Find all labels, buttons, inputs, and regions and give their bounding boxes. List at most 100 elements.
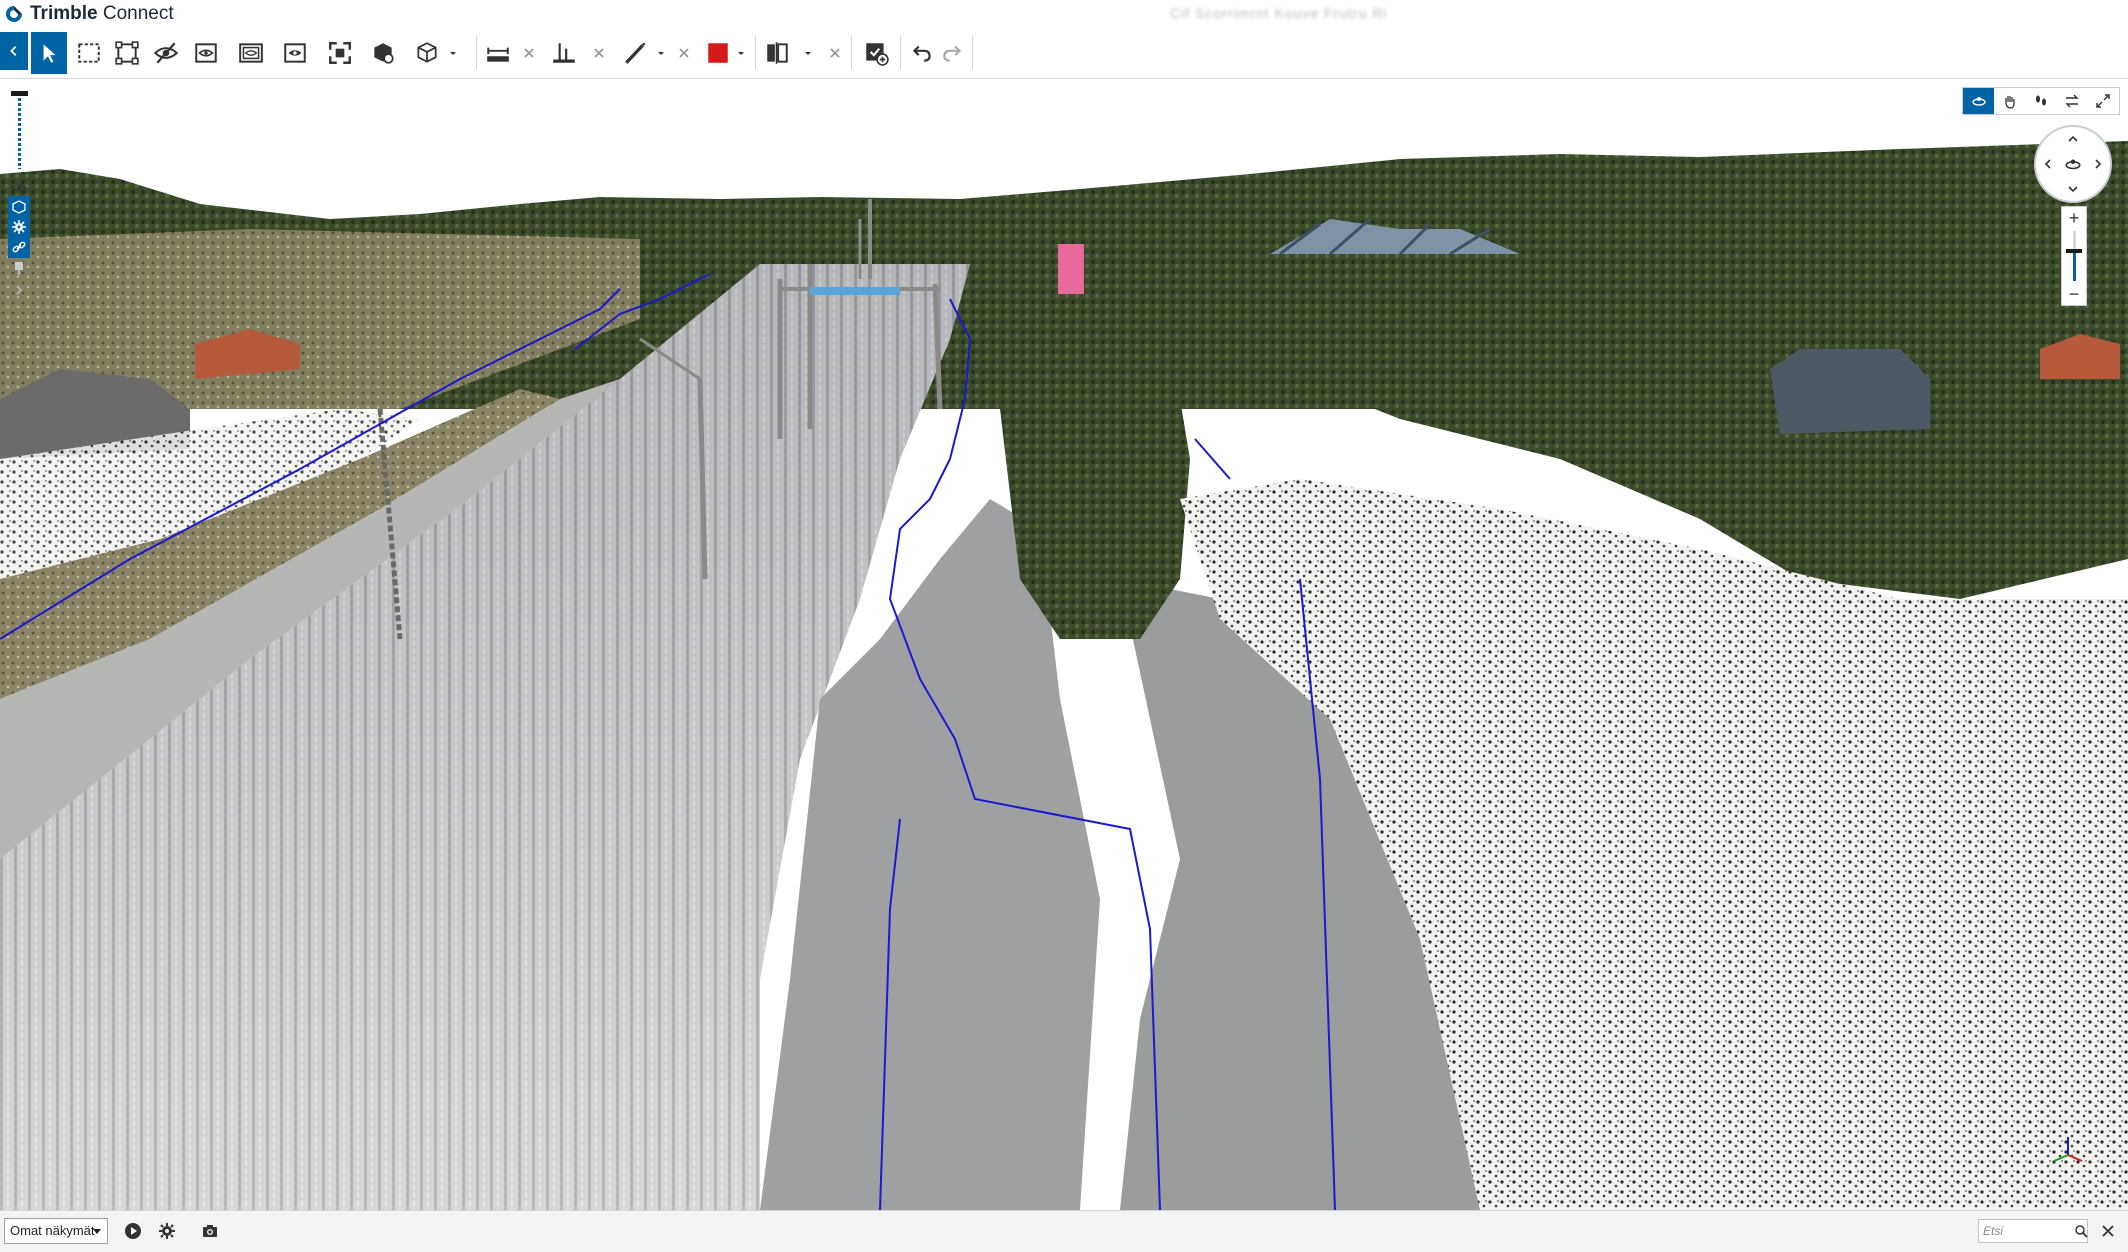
toolbar bbox=[0, 28, 2128, 79]
saved-views-label: Omat näkymät bbox=[10, 1223, 95, 1238]
toolbar-separator bbox=[851, 36, 852, 70]
close-icon[interactable] bbox=[2100, 1223, 2116, 1239]
zoom-slider-fill bbox=[2073, 251, 2076, 281]
nav-down-button[interactable] bbox=[2065, 181, 2081, 197]
pan-mode-button[interactable] bbox=[1994, 88, 2025, 114]
object-icon bbox=[374, 43, 394, 64]
orbit-mode-button[interactable] bbox=[1963, 88, 1994, 114]
box-select-button[interactable] bbox=[71, 35, 107, 71]
fit-selection-icon bbox=[115, 41, 139, 65]
camera-icon bbox=[203, 1225, 217, 1237]
close-icon bbox=[679, 48, 689, 58]
clip-slider-track[interactable] bbox=[18, 93, 21, 169]
screenshot-button[interactable] bbox=[200, 1221, 220, 1241]
document-title: Cif Scorrimrnt Kouve Frutru Ri bbox=[1170, 5, 1388, 21]
markup-line-dropdown[interactable] bbox=[652, 35, 670, 71]
search-icon[interactable] bbox=[2074, 1224, 2088, 1238]
color-picker-icon bbox=[708, 43, 728, 63]
measure-clear-button[interactable] bbox=[520, 35, 538, 71]
chevron-down-icon bbox=[805, 52, 811, 55]
section-dropdown[interactable] bbox=[799, 35, 817, 71]
search-input[interactable] bbox=[1978, 1219, 2088, 1243]
chevron-down-icon bbox=[738, 52, 744, 55]
title-bar: Trimble Connect Cif Scorrimrnt Kouve Fru… bbox=[0, 0, 2128, 28]
trimble-logo-icon bbox=[6, 6, 22, 22]
cube-view-dropdown[interactable] bbox=[444, 35, 462, 71]
measure-icon bbox=[487, 47, 509, 62]
play-icon bbox=[125, 1223, 141, 1239]
section-button[interactable] bbox=[759, 35, 795, 71]
settings-button[interactable] bbox=[8, 216, 30, 238]
cube-view-button[interactable] bbox=[409, 35, 445, 71]
nav-right-button[interactable] bbox=[2090, 156, 2106, 172]
link-icon bbox=[12, 241, 26, 253]
toolbar-separator bbox=[900, 36, 901, 70]
measure-point-button[interactable] bbox=[546, 35, 582, 71]
chevron-down-icon bbox=[2068, 186, 2078, 193]
nav-left-button[interactable] bbox=[2040, 156, 2056, 172]
color-picker-button[interactable] bbox=[700, 35, 736, 71]
color-picker-dropdown[interactable] bbox=[732, 35, 750, 71]
nav-center-button[interactable] bbox=[2063, 154, 2083, 174]
chevron-down-icon bbox=[450, 52, 456, 55]
saved-views-select[interactable]: Omat näkymät bbox=[4, 1218, 108, 1244]
clip-slider-handle[interactable] bbox=[11, 91, 28, 96]
checklist-button[interactable] bbox=[858, 35, 894, 71]
cube-icon bbox=[12, 200, 26, 214]
toolbar-separator bbox=[972, 36, 973, 70]
view-mode-button[interactable] bbox=[277, 35, 313, 71]
point-cloud-scene[interactable] bbox=[0, 79, 2128, 1210]
navigation-wheel[interactable] bbox=[2034, 125, 2112, 203]
markup-line-button[interactable] bbox=[617, 35, 653, 71]
orbit-icon bbox=[2065, 159, 2081, 170]
brand: Trimble Connect bbox=[4, 2, 174, 26]
measure-button[interactable] bbox=[480, 35, 516, 71]
hide-button[interactable] bbox=[148, 35, 184, 71]
pin-icon bbox=[15, 262, 23, 275]
3d-viewport[interactable]: + − bbox=[0, 79, 2128, 1210]
show-all-icon bbox=[239, 43, 263, 63]
fullscreen-button[interactable] bbox=[2087, 88, 2118, 114]
select-button[interactable] bbox=[31, 32, 67, 74]
isolate-icon bbox=[195, 43, 217, 63]
zoom-out-button[interactable]: − bbox=[2062, 285, 2086, 303]
panel-expand-button[interactable] bbox=[8, 279, 30, 301]
close-icon bbox=[524, 48, 534, 58]
section-icon bbox=[767, 42, 788, 64]
footsteps-icon bbox=[2035, 95, 2046, 106]
axes-gizmo-icon bbox=[2053, 1137, 2083, 1162]
navigation-mode-toolbar bbox=[1962, 87, 2120, 115]
swap-mode-button[interactable] bbox=[2056, 88, 2087, 114]
view-mode-icon bbox=[284, 43, 306, 63]
zoom-slider-handle[interactable] bbox=[2066, 249, 2082, 253]
chevron-up-icon bbox=[2068, 135, 2078, 142]
link-button[interactable] bbox=[8, 236, 30, 258]
markup-panel-button[interactable] bbox=[8, 257, 30, 279]
object-button[interactable] bbox=[365, 35, 401, 71]
show-all-button[interactable] bbox=[233, 35, 269, 71]
fit-selection-button[interactable] bbox=[109, 35, 145, 71]
back-button[interactable] bbox=[0, 32, 28, 70]
markup-clear-button[interactable] bbox=[675, 35, 693, 71]
measure-point-clear-button[interactable] bbox=[590, 35, 608, 71]
markup-line-icon bbox=[625, 42, 646, 64]
play-button[interactable] bbox=[123, 1221, 143, 1241]
checklist-icon bbox=[866, 43, 889, 66]
section-clear-button[interactable] bbox=[826, 35, 844, 71]
close-icon bbox=[830, 48, 840, 58]
measure-point-icon bbox=[553, 43, 575, 63]
zoom-in-button[interactable]: + bbox=[2062, 209, 2086, 227]
eye-icon bbox=[11, 184, 27, 192]
fit-all-button[interactable] bbox=[322, 35, 358, 71]
walk-mode-button[interactable] bbox=[2025, 88, 2056, 114]
chevron-down-icon bbox=[93, 1229, 101, 1234]
chevron-down-icon bbox=[658, 52, 664, 55]
nav-up-button[interactable] bbox=[2065, 131, 2081, 147]
chevron-left-icon bbox=[2044, 159, 2051, 169]
view-settings-button[interactable] bbox=[157, 1221, 177, 1241]
box-select-icon bbox=[78, 43, 100, 63]
model-button[interactable] bbox=[8, 196, 30, 218]
isolate-button[interactable] bbox=[188, 35, 224, 71]
redo-button[interactable] bbox=[934, 35, 970, 71]
undo-icon bbox=[912, 45, 931, 62]
